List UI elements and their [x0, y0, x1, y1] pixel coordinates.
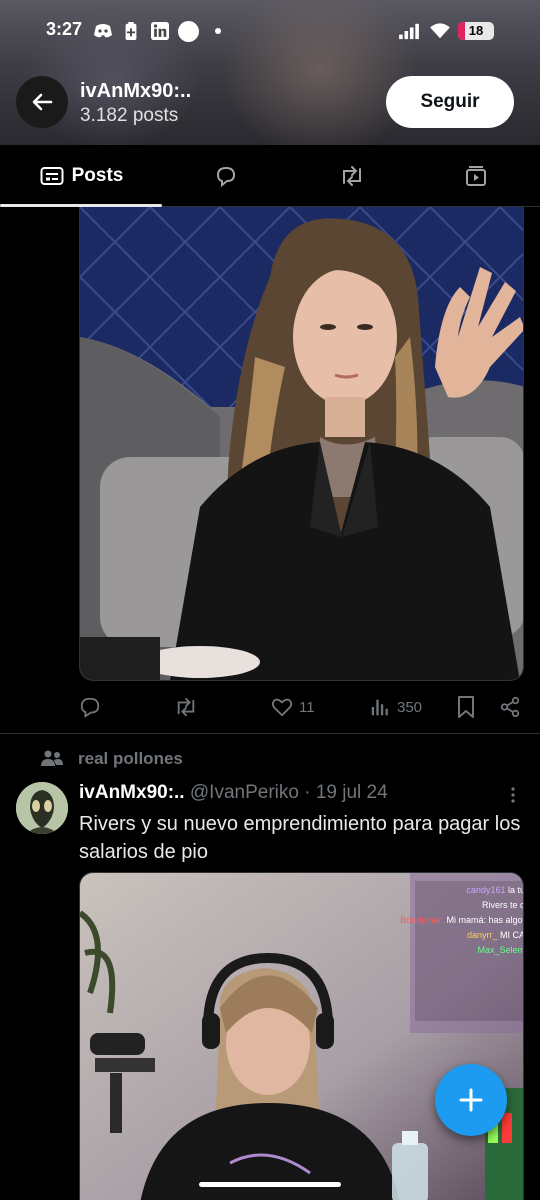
bookmark-icon	[458, 696, 474, 718]
dot-icon	[215, 28, 221, 34]
avatar-image	[16, 782, 68, 834]
views-icon	[371, 699, 388, 716]
chat-line: candy161 la tu	[466, 885, 524, 895]
compose-post-button[interactable]	[435, 1064, 507, 1136]
circle-icon	[178, 21, 199, 42]
stream-chat-overlay: candy161 la tu Rivers te q Boddymar: Mi …	[360, 883, 524, 958]
post-image[interactable]	[79, 207, 524, 681]
replies-icon	[216, 166, 235, 188]
post-video[interactable]: candy161 la tu Rivers te q Boddymar: Mi …	[79, 872, 524, 1200]
chat-line: Rivers te q	[481, 900, 524, 910]
views-button[interactable]: 350	[369, 692, 422, 722]
battery-saver-icon	[125, 22, 137, 40]
home-indicator[interactable]	[199, 1182, 341, 1187]
share-button[interactable]	[499, 692, 521, 722]
photo-woman-on-couch	[80, 207, 523, 680]
follow-button[interactable]: Seguir	[386, 76, 514, 128]
post-count: 3.182 posts	[80, 105, 179, 126]
profile-name: ivAnMx90:..	[80, 80, 192, 102]
like-count: 11	[299, 698, 315, 716]
post-date[interactable]: · 19 jul 24	[304, 782, 387, 803]
wifi-icon	[430, 23, 450, 39]
community-icon	[41, 750, 63, 766]
view-count: 350	[397, 698, 423, 716]
like-button[interactable]: 11	[271, 692, 315, 722]
tab-media[interactable]	[408, 145, 540, 207]
repost-button[interactable]	[174, 692, 198, 722]
media-icon	[465, 166, 486, 186]
social-context[interactable]: real pollones	[40, 749, 183, 769]
tab-reposts[interactable]	[284, 145, 419, 207]
chat-line: Max_Selem	[477, 945, 524, 955]
tab-posts[interactable]: Posts	[14, 145, 149, 207]
status-bar: 3:27 18	[0, 14, 540, 48]
post-text: Rivers y su nuevo emprendimiento para pa…	[79, 813, 521, 863]
heart-icon	[271, 698, 293, 717]
more-options-button[interactable]	[504, 786, 522, 809]
discord-icon	[94, 24, 112, 38]
reply-icon	[80, 697, 100, 718]
status-time: 3:27	[46, 19, 83, 39]
profile-tabs: Posts	[0, 145, 540, 207]
reposts-icon	[342, 166, 361, 186]
bookmark-button[interactable]	[455, 692, 477, 722]
share-icon	[500, 696, 520, 718]
post-actions: 11 350	[79, 692, 524, 722]
linkedin-icon	[151, 22, 169, 40]
back-button[interactable]	[16, 76, 68, 128]
posts-icon	[40, 167, 64, 185]
battery-indicator: 18	[458, 22, 494, 40]
tab-posts-label: Posts	[71, 165, 124, 186]
avatar[interactable]	[16, 782, 68, 834]
community-label: real pollones	[78, 749, 183, 768]
signal-icon	[399, 23, 419, 40]
profile-header: 3:27 18 ivAnMx90:.. 3.182 posts Seguir	[0, 0, 540, 145]
post-divider	[0, 733, 540, 734]
reply-button[interactable]	[79, 692, 101, 722]
repost-icon	[177, 697, 195, 717]
more-vertical-icon	[511, 787, 515, 803]
plus-icon	[459, 1088, 483, 1112]
chat-line: Boddymar: Mi mamá: has algo,	[400, 915, 524, 925]
post-author-line: ivAnMx90:.. @IvanPeriko · 19 jul 24	[79, 782, 388, 804]
tab-replies[interactable]	[158, 145, 293, 207]
chat-line: danyrr_ MI CA	[466, 930, 524, 940]
author-name[interactable]: ivAnMx90:..	[79, 782, 185, 803]
back-arrow-icon	[32, 93, 53, 111]
author-handle[interactable]: @IvanPeriko	[190, 782, 299, 803]
